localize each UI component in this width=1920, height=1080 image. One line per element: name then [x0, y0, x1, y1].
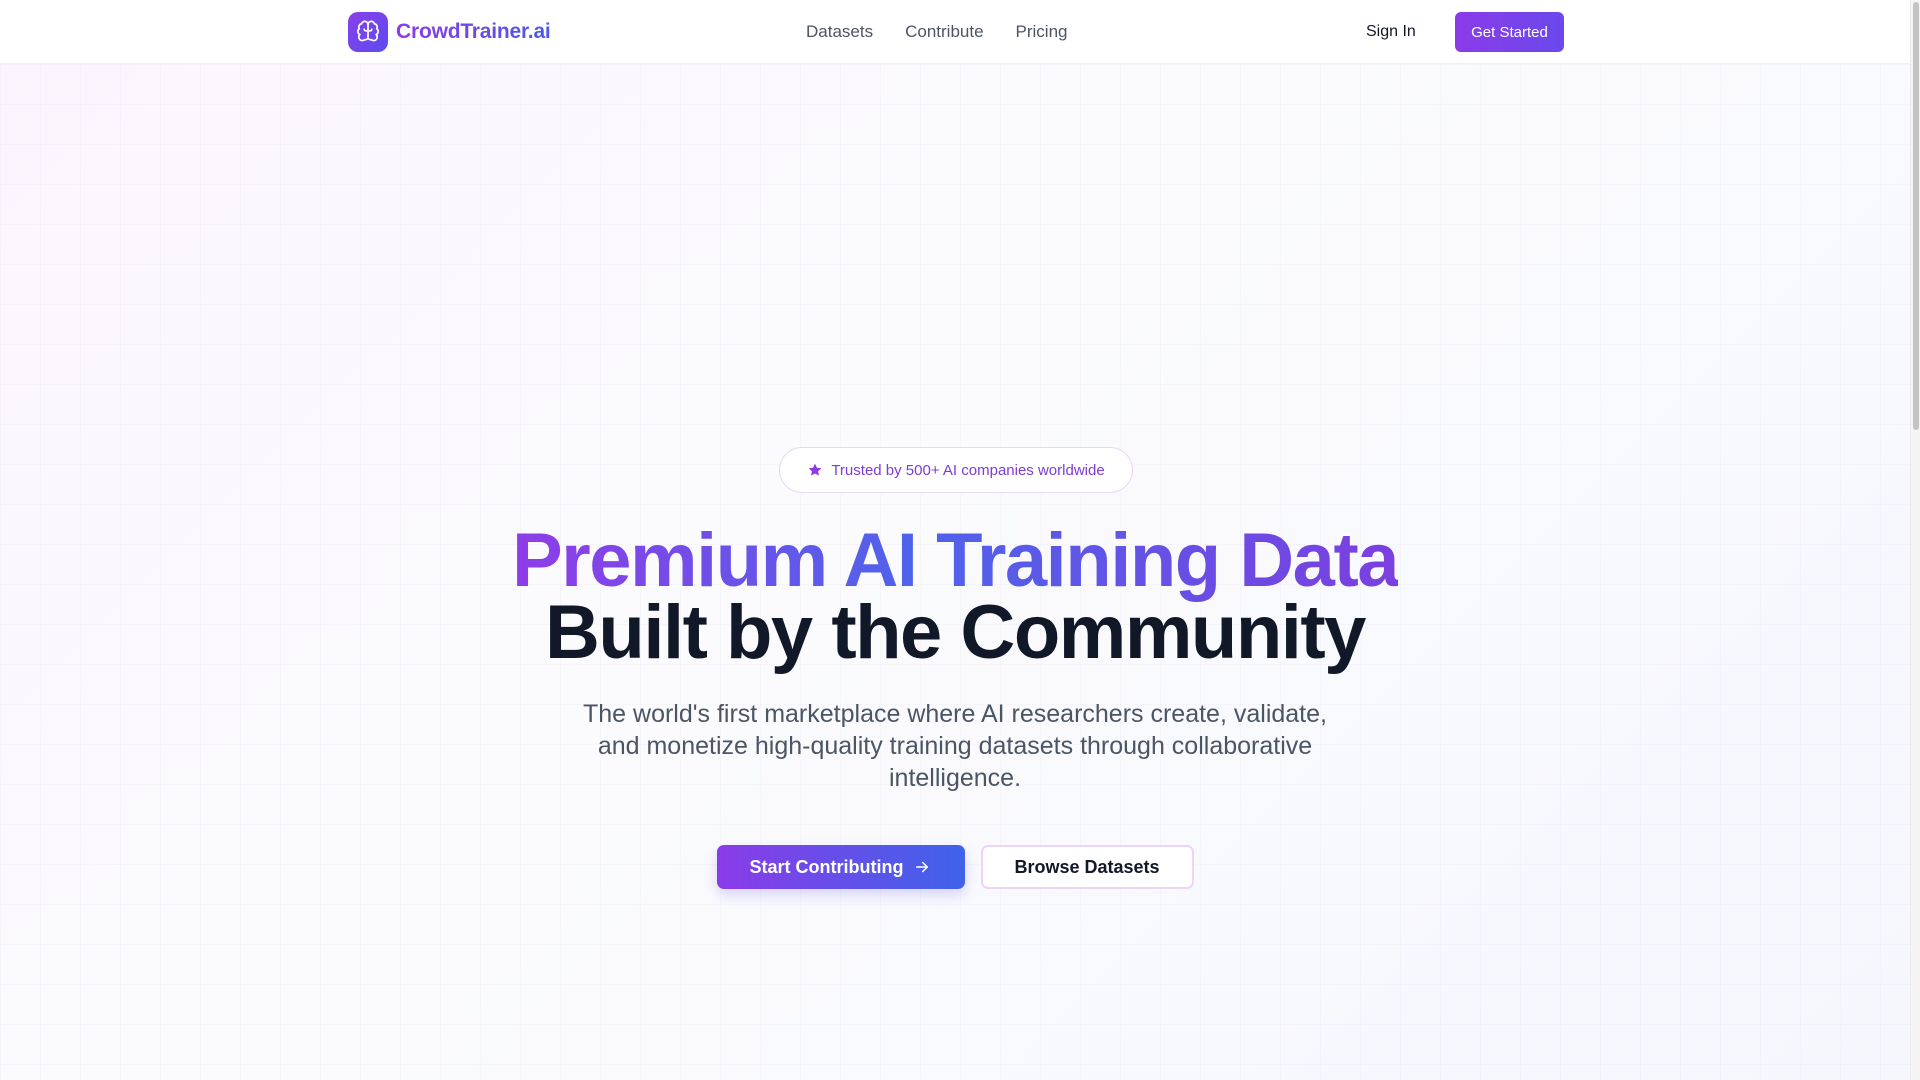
main-nav: Datasets Contribute Pricing [806, 0, 1068, 64]
hero-subtitle: The world's first marketplace where AI r… [583, 700, 1327, 792]
start-contributing-label: Start Contributing [749, 856, 904, 877]
top-header: CrowdTrainer.ai Datasets Contribute Pric… [0, 0, 1910, 64]
brand-logo-link[interactable]: CrowdTrainer.ai [348, 12, 551, 52]
get-started-button[interactable]: Get Started [1455, 12, 1564, 52]
arrow-right-icon [916, 861, 929, 873]
trust-badge-text: Trusted by 500+ AI companies worldwide [831, 461, 1105, 479]
hero-section: Trusted by 500+ AI companies worldwide P… [0, 64, 1910, 1080]
sign-in-button[interactable]: Sign In [1366, 20, 1416, 44]
start-contributing-button[interactable]: Start Contributing [716, 845, 965, 889]
browse-datasets-button[interactable]: Browse Datasets [980, 845, 1194, 889]
landing-page: CrowdTrainer.ai Datasets Contribute Pric… [0, 0, 1920, 1080]
brand-name: CrowdTrainer.ai [396, 20, 551, 43]
cta-group: Start Contributing Browse Datasets [0, 845, 1910, 889]
page-scrollbar[interactable] [1910, 0, 1920, 1080]
nav-link-contribute[interactable]: Contribute [905, 22, 983, 42]
star-icon [808, 463, 822, 476]
trust-badge: Trusted by 500+ AI companies worldwide [779, 447, 1133, 493]
brain-icon [348, 12, 388, 52]
nav-link-pricing[interactable]: Pricing [1016, 22, 1068, 42]
scrollbar-thumb[interactable] [1913, 2, 1919, 430]
nav-link-datasets[interactable]: Datasets [806, 22, 873, 42]
hero-headline: Built by the Community [545, 590, 1366, 675]
